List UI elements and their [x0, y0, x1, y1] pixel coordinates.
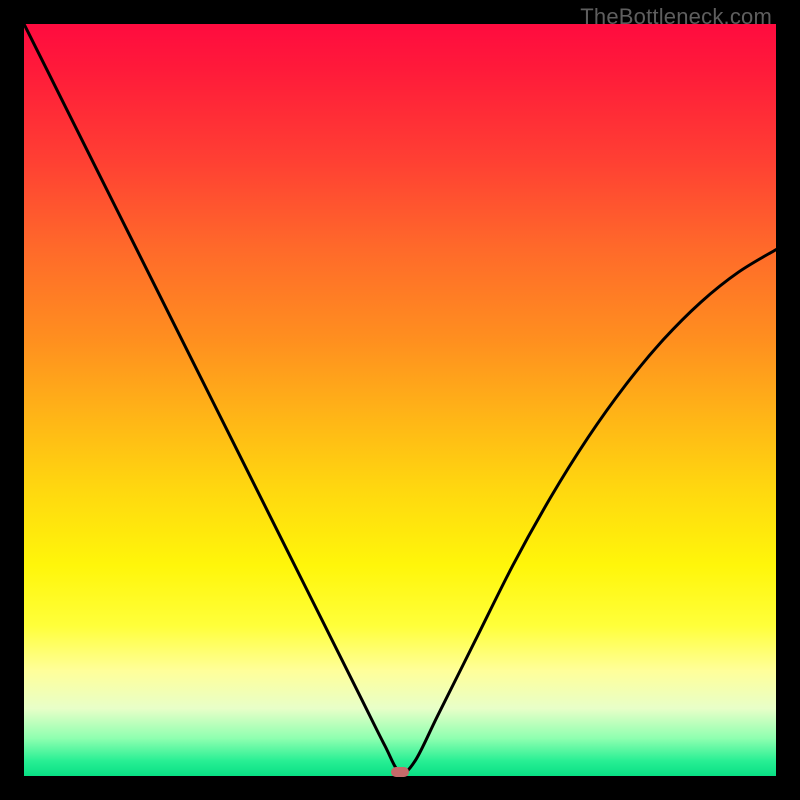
plot-area — [24, 24, 776, 776]
chart-frame: TheBottleneck.com — [0, 0, 800, 800]
bottleneck-curve — [24, 24, 776, 776]
minimum-marker — [391, 767, 409, 777]
